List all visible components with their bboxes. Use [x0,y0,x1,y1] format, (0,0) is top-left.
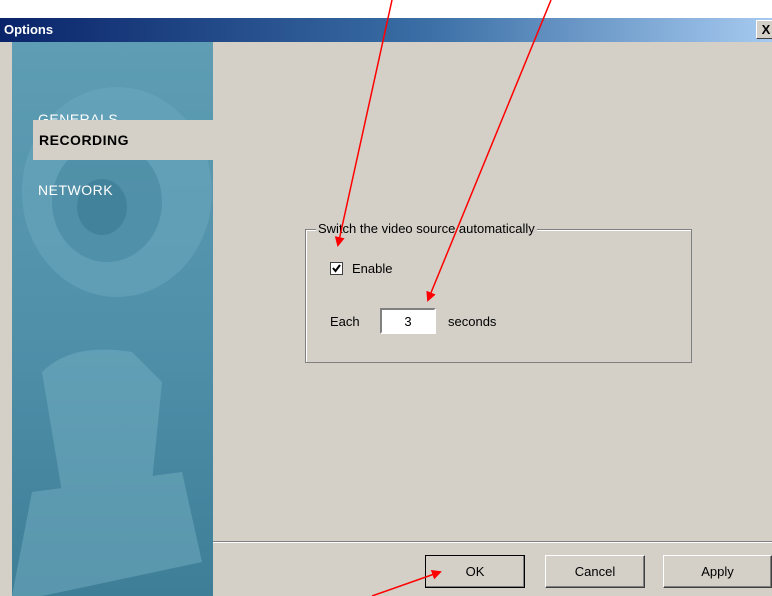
seconds-label: seconds [448,314,497,329]
top-strip [0,0,772,18]
button-separator [213,541,772,543]
close-button[interactable]: X [756,20,772,39]
close-icon: X [761,22,771,37]
enable-label: Enable [352,261,393,276]
each-label: Each [330,314,360,329]
seconds-input[interactable] [380,308,436,334]
sidebar-item-recording[interactable]: RECORDING [33,120,213,160]
window-title: Options [4,22,54,37]
left-border [0,42,12,596]
enable-checkbox[interactable] [330,262,343,275]
apply-button[interactable]: Apply [663,555,772,588]
ok-button[interactable]: OK [425,555,525,588]
title-bar[interactable]: Options X [0,18,772,42]
sidebar: GENERALS RECORDING NETWORK [12,42,213,596]
sidebar-item-network[interactable]: NETWORK [12,170,213,210]
checkmark-icon [332,264,341,273]
switch-source-group: Switch the video source automatically En… [305,221,692,363]
options-dialog: Options X GENERALS RECORDING NETWORK Swi… [0,0,772,596]
group-legend: Switch the video source automatically [316,221,537,236]
cancel-button[interactable]: Cancel [545,555,645,588]
